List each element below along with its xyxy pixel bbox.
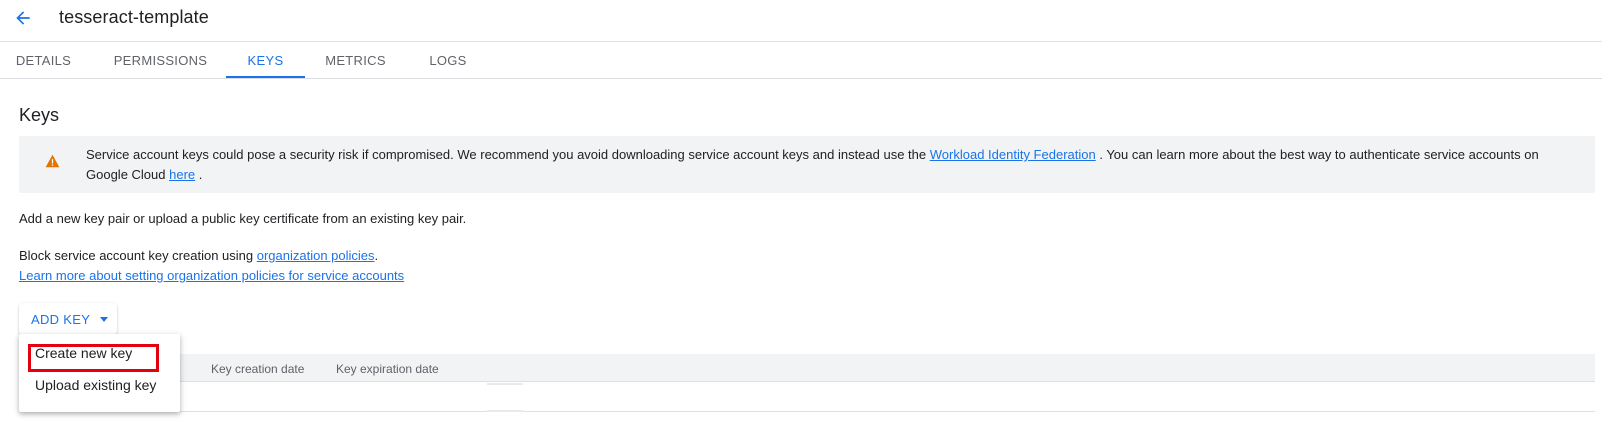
- warning-text-end: .: [195, 167, 203, 182]
- add-key-description: Add a new key pair or upload a public ke…: [19, 211, 467, 226]
- add-key-menu: Create new key Upload existing key: [19, 334, 180, 412]
- tab-permissions[interactable]: PERMISSIONS: [108, 42, 213, 79]
- column-header-expiration-date[interactable]: Key expiration date: [336, 362, 439, 376]
- back-button[interactable]: [11, 6, 35, 30]
- add-key-button[interactable]: ADD KEY: [19, 303, 117, 335]
- workload-identity-link[interactable]: Workload Identity Federation: [930, 147, 1096, 162]
- warning-text-start: Service account keys could pose a securi…: [86, 147, 930, 162]
- tab-bar: DETAILS PERMISSIONS KEYS METRICS LOGS: [0, 42, 1602, 79]
- table-row: [19, 383, 1595, 412]
- page-title: tesseract-template: [59, 7, 209, 27]
- tab-metrics[interactable]: METRICS: [318, 42, 393, 79]
- add-key-label: ADD KEY: [31, 311, 91, 327]
- warning-message: Service account keys could pose a securi…: [86, 145, 1566, 185]
- active-tab-indicator: [226, 76, 305, 78]
- warning-icon: [45, 154, 60, 168]
- menu-item-create-new-key[interactable]: Create new key: [19, 337, 180, 369]
- column-header-creation-date[interactable]: Key creation date: [211, 362, 304, 376]
- organization-policies-link[interactable]: organization policies: [257, 248, 375, 263]
- keys-table-header: Key creation date Key expiration date: [19, 354, 1595, 382]
- block-key-text: Block service account key creation using: [19, 248, 257, 263]
- policy-paragraph: Block service account key creation using…: [19, 246, 404, 286]
- tab-keys[interactable]: KEYS: [226, 42, 305, 79]
- period: .: [374, 248, 379, 263]
- arrow-back-icon: [16, 11, 30, 25]
- row-divider: [487, 383, 523, 385]
- tab-logs[interactable]: LOGS: [420, 42, 476, 79]
- row-divider: [487, 410, 523, 412]
- dropdown-caret-icon: [100, 316, 109, 322]
- section-title: Keys: [19, 105, 60, 125]
- tab-details[interactable]: DETAILS: [0, 42, 87, 79]
- menu-item-upload-existing-key[interactable]: Upload existing key: [19, 369, 180, 401]
- learn-more-here-link[interactable]: here: [169, 167, 195, 182]
- page-header: tesseract-template: [0, 0, 1602, 42]
- learn-more-policies-link[interactable]: Learn more about setting organization po…: [19, 268, 404, 283]
- security-warning-banner: Service account keys could pose a securi…: [19, 136, 1595, 193]
